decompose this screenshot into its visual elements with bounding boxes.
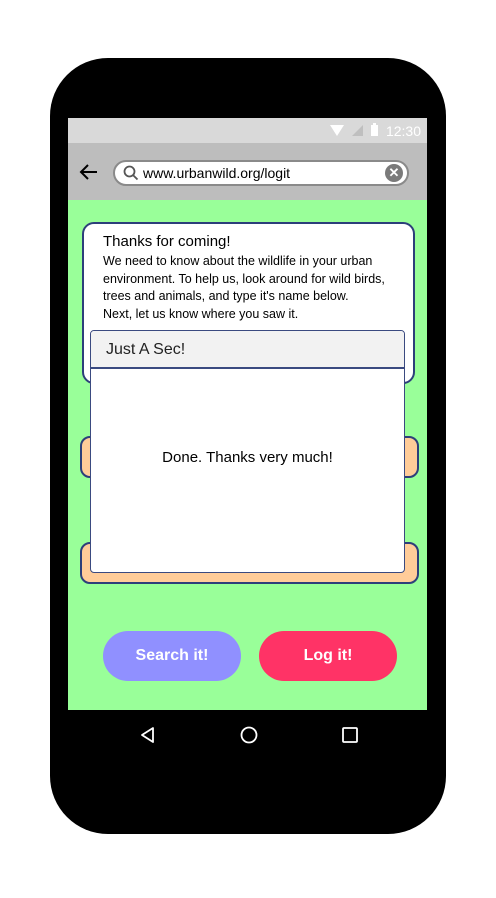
wifi-icon: [329, 125, 344, 136]
battery-icon: [370, 123, 378, 136]
info-title: Thanks for coming!: [103, 233, 231, 250]
status-bar: 12:30: [68, 118, 427, 143]
info-line: environment. To help us, look around for…: [103, 271, 385, 286]
search-icon: [123, 165, 139, 181]
search-button[interactable]: Search it!: [103, 631, 241, 681]
android-nav-bar: [68, 710, 427, 760]
info-line: trees and animals, and type it's name be…: [103, 289, 349, 303]
url-text: www.urbanwild.org/logit: [143, 165, 291, 181]
dialog-message: Done. Thanks very much!: [162, 449, 333, 466]
info-line: We need to know about the wildlife in yo…: [103, 254, 373, 268]
nav-recents-icon[interactable]: [340, 725, 360, 745]
info-line: Next, let us know where you saw it.: [103, 306, 299, 321]
log-button[interactable]: Log it!: [259, 631, 397, 681]
confirmation-dialog: Just A Sec! Done. Thanks very much!: [90, 330, 405, 573]
url-input[interactable]: www.urbanwild.org/logit ✕: [113, 160, 409, 186]
signal-icon: [351, 125, 363, 136]
nav-back-icon[interactable]: [138, 725, 158, 745]
nav-home-icon[interactable]: [238, 725, 260, 745]
browser-toolbar: www.urbanwild.org/logit ✕: [68, 143, 427, 200]
dialog-title: Just A Sec!: [91, 331, 404, 369]
back-arrow-icon[interactable]: [78, 161, 100, 183]
status-time: 12:30: [385, 122, 421, 139]
clear-icon[interactable]: ✕: [385, 164, 403, 182]
